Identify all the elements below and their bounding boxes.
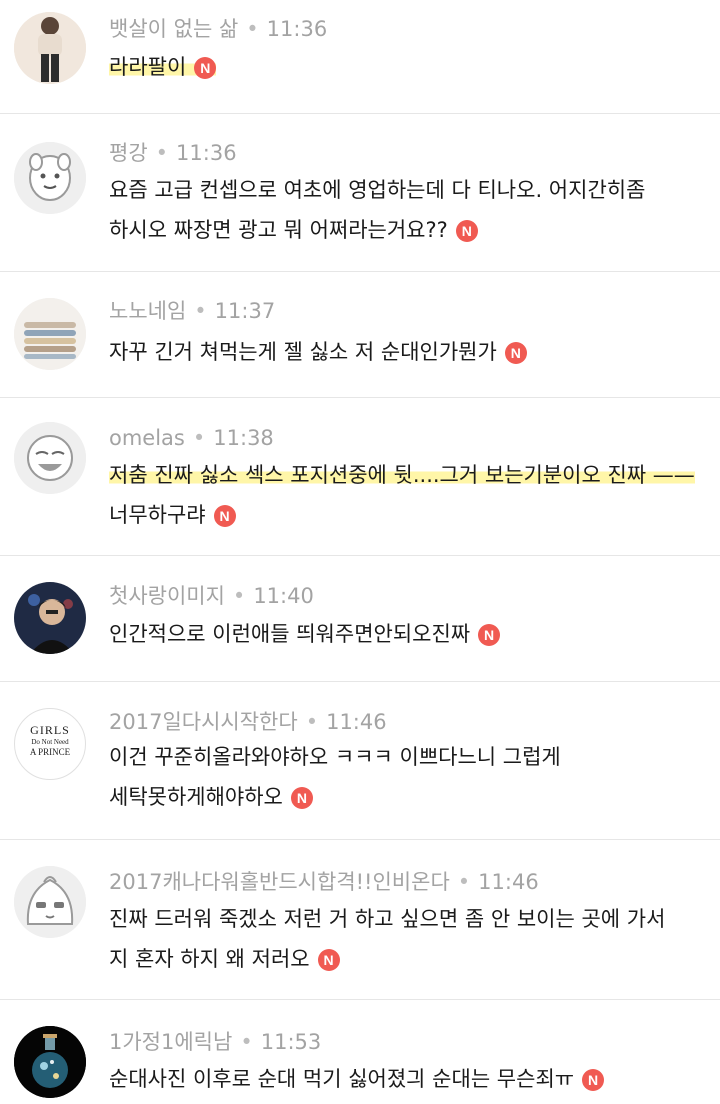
comment-line: 라라팔이 [109, 55, 187, 79]
separator-dot: • [457, 870, 471, 894]
separator-dot: • [305, 710, 319, 734]
text-logo-icon: GIRLS Do Not Need A PRINCE [15, 709, 85, 758]
user-avatar[interactable] [14, 866, 86, 938]
comment-line: 너무하구랴 [109, 503, 206, 527]
separator-dot: • [246, 17, 259, 41]
separator-dot: • [194, 299, 207, 323]
comment-item: 뱃살이 없는 삶 • 11:36 라라팔이 N [0, 0, 720, 114]
comment-time: 11:46 [478, 870, 539, 894]
new-badge-icon: N [194, 57, 217, 79]
comment-line: 인간적으로 이런애들 띄워주면안되오진짜 [109, 622, 471, 646]
comment-author[interactable]: 2017캐나다워홀반드시합격!!인비온다 [109, 870, 450, 894]
comment-time: 11:46 [326, 710, 387, 734]
comment-text: 저춤 진짜 싫소 섹스 포지션중에 뒷....그거 보는기분이오 진짜 —— 너… [109, 455, 720, 535]
comment-meta: omelas • 11:38 [109, 425, 274, 451]
user-avatar[interactable] [14, 12, 86, 84]
comment-meta: 2017캐나다워홀반드시합격!!인비온다 • 11:46 [109, 869, 539, 895]
comment-meta: 평강 • 11:36 [109, 140, 237, 166]
comment-meta: 노노네임 • 11:37 [109, 298, 275, 324]
user-avatar[interactable]: GIRLS Do Not Need A PRINCE [14, 708, 86, 780]
comment-time: 11:38 [213, 426, 274, 450]
comment-item: 1가정1에릭남 • 11:53 순대사진 이후로 순대 먹기 싫어졌긔 순대는 무슨… [0, 1000, 720, 1104]
potion-bottle-icon [14, 1026, 86, 1098]
comment-text: 요즘 고급 컨셉으로 여초에 영업하는데 다 티나오. 어지간히좀 하시오 짜장… [109, 170, 716, 250]
comment-item: 2017캐나다워홀반드시합격!!인비온다 • 11:46 진짜 드러워 죽겠소 저런… [0, 840, 720, 1000]
comment-item: 평강 • 11:36 요즘 고급 컨셉으로 여초에 영업하는데 다 티나오. 어지간… [0, 114, 720, 272]
comment-author[interactable]: 노노네임 [109, 299, 186, 323]
comment-line: 요즘 고급 컨셉으로 여초에 영업하는데 다 티나오. 어지간히좀 [109, 178, 646, 202]
comment-text: 이건 꾸준히올라와야하오 ㅋㅋㅋ 이쁘다느니 그럽게 세탁못하게해야하오 N [109, 737, 716, 817]
person-photo-icon [14, 582, 86, 654]
comment-meta: 1가정1에릭남 • 11:53 [109, 1029, 321, 1055]
comment-item: GIRLS Do Not Need A PRINCE 2017일다시시작한다 • 1… [0, 682, 720, 840]
comment-author[interactable]: 뱃살이 없는 삶 [109, 17, 238, 41]
highlight-mark: 라라팔이 N [109, 55, 217, 79]
comment-text: 자꾸 긴거 쳐먹는게 젤 싫소 저 순대인가뭔가 N [109, 332, 716, 372]
comment-line: 저춤 진짜 싫소 섹스 포지션중에 뒷....그거 보는기분이오 진짜 —— [109, 463, 695, 487]
separator-dot: • [240, 1030, 253, 1054]
comment-line: 지 혼자 하지 왜 저러오 [109, 947, 310, 971]
logo-line: Do Not Need [31, 738, 69, 746]
comment-text: 진짜 드러워 죽겠소 저런 거 하고 싶으면 좀 안 보이는 곳에 가서 지 혼… [109, 899, 716, 979]
comment-item: 노노네임 • 11:37 자꾸 긴거 쳐먹는게 젤 싫소 저 순대인가뭔가 N [0, 272, 720, 398]
separator-dot: • [192, 426, 206, 450]
comment-author[interactable]: omelas [109, 426, 185, 450]
new-badge-icon: N [582, 1069, 605, 1091]
comment-item: omelas • 11:38 저춤 진짜 싫소 섹스 포지션중에 뒷....그거 보… [0, 398, 720, 556]
comment-time: 11:36 [266, 17, 328, 41]
comment-line: 순대사진 이후로 순대 먹기 싫어졌긔 순대는 무슨죄ㅠ [109, 1067, 575, 1091]
comment-author[interactable]: 평강 [109, 141, 148, 165]
stacked-bracelets-icon [14, 298, 86, 370]
new-badge-icon: N [213, 505, 236, 527]
new-badge-icon: N [317, 949, 340, 971]
logo-line: A PRINCE [29, 747, 71, 757]
comment-author[interactable]: 1가정1에릭남 [109, 1030, 232, 1054]
comment-line: 하시오 짜장면 광고 뭐 어쩌라는거요?? [109, 218, 448, 242]
highlight-mark: 저춤 진짜 싫소 섹스 포지션중에 뒷....그거 보는기분이오 진짜 —— [109, 463, 695, 487]
user-avatar[interactable] [14, 298, 86, 370]
separator-dot: • [232, 584, 246, 608]
comment-time: 11:53 [260, 1030, 322, 1054]
cartoon-character-icon [14, 866, 86, 938]
new-badge-icon: N [290, 787, 313, 809]
new-badge-icon: N [478, 624, 501, 646]
new-badge-icon: N [504, 342, 527, 364]
comment-time: 11:36 [176, 141, 237, 165]
comment-text: 순대사진 이후로 순대 먹기 싫어졌긔 순대는 무슨죄ㅠ N [109, 1059, 716, 1099]
person-photo-icon [14, 12, 86, 84]
user-avatar[interactable] [14, 582, 86, 654]
cartoon-character-icon [14, 142, 86, 214]
comment-meta: 첫사랑이미지 • 11:40 [109, 583, 314, 609]
logo-line: GIRLS [30, 723, 70, 737]
comment-text: 라라팔이 N [109, 47, 716, 87]
comment-author[interactable]: 2017일다시시작한다 [109, 710, 298, 734]
comment-author[interactable]: 첫사랑이미지 [109, 584, 225, 608]
separator-dot: • [155, 141, 169, 165]
comment-line: 진짜 드러워 죽겠소 저런 거 하고 싶으면 좀 안 보이는 곳에 가서 [109, 907, 666, 931]
cartoon-face-icon [14, 422, 86, 494]
comment-meta: 뱃살이 없는 삶 • 11:36 [109, 16, 327, 42]
comment-text: 인간적으로 이런애들 띄워주면안되오진짜 N [109, 614, 716, 654]
user-avatar[interactable] [14, 422, 86, 494]
comment-line: 세탁못하게해야하오 [109, 785, 283, 809]
comment-item: 첫사랑이미지 • 11:40 인간적으로 이런애들 띄워주면안되오진짜 N [0, 556, 720, 682]
user-avatar[interactable] [14, 1026, 86, 1098]
user-avatar[interactable] [14, 142, 86, 214]
new-badge-icon: N [455, 220, 478, 242]
comment-line: 이건 꾸준히올라와야하오 ㅋㅋㅋ 이쁘다느니 그럽게 [109, 745, 561, 769]
comment-meta: 2017일다시시작한다 • 11:46 [109, 709, 387, 735]
comment-time: 11:37 [214, 299, 276, 323]
comment-line: 자꾸 긴거 쳐먹는게 젤 싫소 저 순대인가뭔가 [109, 340, 497, 364]
comment-time: 11:40 [253, 584, 314, 608]
